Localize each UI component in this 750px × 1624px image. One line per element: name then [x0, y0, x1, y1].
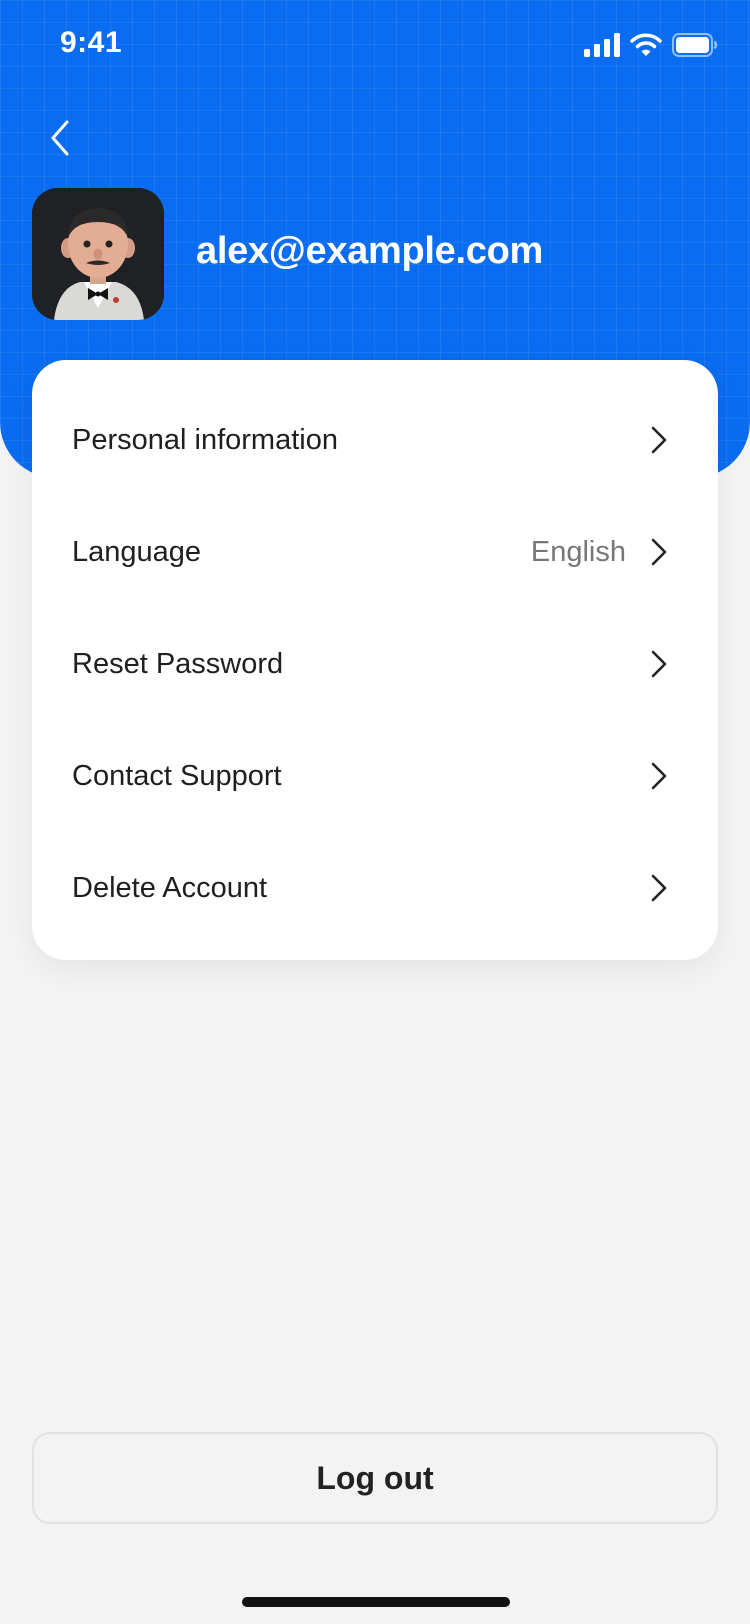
home-indicator: [242, 1597, 510, 1607]
menu-item-label: Language: [72, 535, 202, 568]
menu-item-label: Contact Support: [72, 759, 282, 792]
status-bar: 9:41: [0, 0, 750, 90]
menu-item-label: Delete Account: [72, 871, 268, 904]
logout-button[interactable]: Log out: [32, 1432, 718, 1524]
chevron-right-icon: [650, 425, 668, 455]
chevron-left-icon: [51, 120, 69, 156]
menu-item-delete-account[interactable]: Delete Account: [32, 832, 718, 944]
chevron-right-icon: [650, 537, 668, 567]
battery-icon: [672, 33, 718, 57]
menu-item-personal-information[interactable]: Personal information: [32, 384, 718, 496]
status-icons: [584, 30, 718, 60]
menu-item-label: Personal information: [72, 423, 338, 456]
menu-item-label: Reset Password: [72, 647, 284, 680]
menu-item-language[interactable]: Language English: [32, 496, 718, 608]
language-value: English: [530, 535, 626, 568]
avatar-illustration: [32, 188, 164, 320]
profile-email: alex@example.com: [196, 230, 543, 272]
wifi-icon: [630, 33, 662, 56]
menu-item-contact-support[interactable]: Contact Support: [32, 720, 718, 832]
chevron-right-icon: [650, 649, 668, 679]
chevron-right-icon: [650, 873, 668, 903]
menu-item-reset-password[interactable]: Reset Password: [32, 608, 718, 720]
back-button[interactable]: [30, 108, 90, 168]
status-time: 9:41: [60, 26, 123, 59]
avatar: [32, 188, 164, 320]
chevron-right-icon: [650, 761, 668, 791]
settings-menu: Personal information Language English Re…: [32, 360, 718, 960]
cellular-signal-icon: [584, 33, 620, 57]
